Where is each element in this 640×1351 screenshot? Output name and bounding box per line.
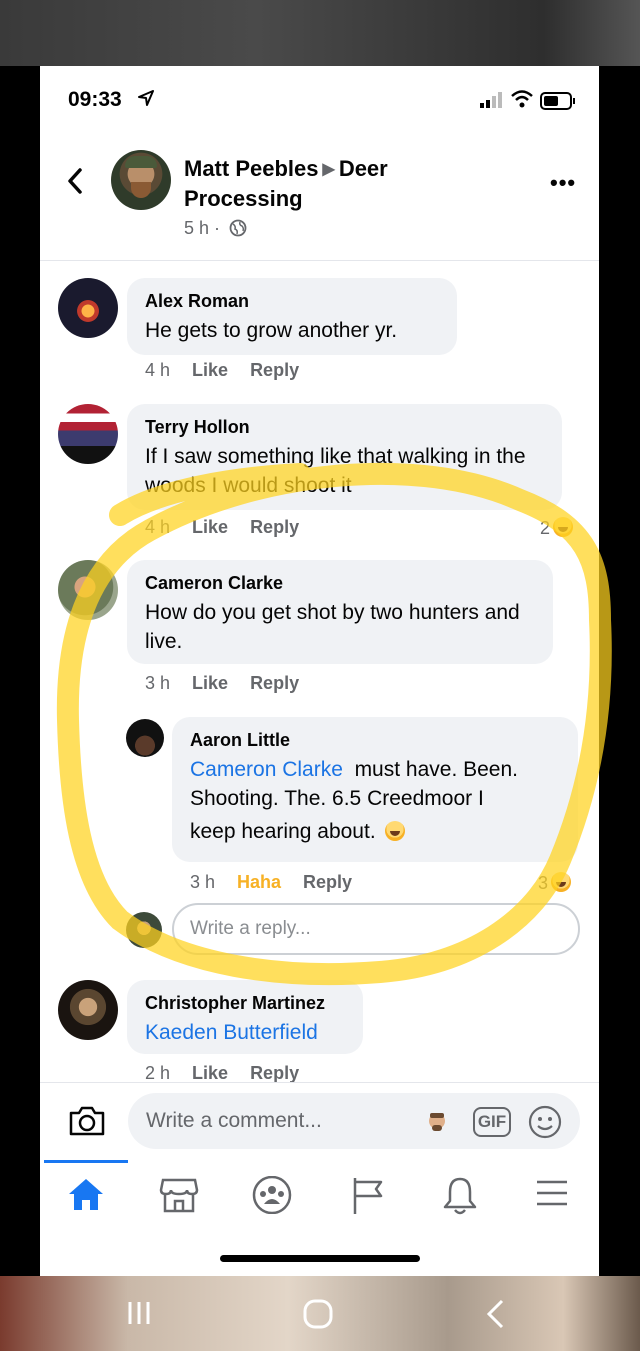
triangle-arrow-icon: ▶: [322, 161, 335, 178]
post-meta: 5 h ·: [184, 218, 247, 239]
avatar[interactable]: [58, 278, 118, 338]
status-time: 09:33: [68, 88, 122, 111]
comment-author[interactable]: Christopher Martinez: [145, 992, 345, 1014]
like-button[interactable]: Like: [192, 360, 228, 380]
post-header: Matt Peebles ▶ Deer Processing 5 h · •••: [40, 136, 599, 261]
rofl-emoji-icon: [384, 821, 405, 841]
home-indicator[interactable]: [220, 1255, 420, 1262]
comment-author[interactable]: Terry Hollon: [145, 416, 544, 438]
reply-button[interactable]: Reply: [250, 673, 299, 693]
avatar-sticker-icon[interactable]: [428, 1111, 446, 1133]
reply-text-line1: must have. Been.: [354, 758, 518, 781]
comment-time: 4 h: [145, 360, 171, 380]
reply-button[interactable]: Reply: [303, 872, 352, 892]
back-button-icon[interactable]: [484, 1298, 508, 1330]
comment-bubble: Christopher Martinez Kaeden Butterfield: [127, 980, 363, 1054]
reaction-number: 2: [540, 518, 551, 538]
author-avatar[interactable]: [111, 150, 171, 210]
tab-bar: [40, 1154, 599, 1229]
comment-placeholder: Write a comment...: [146, 1109, 322, 1132]
notifications-bell-icon[interactable]: [442, 1176, 478, 1216]
battery-icon: [540, 92, 575, 110]
avatar[interactable]: [58, 404, 118, 464]
android-nav-bar: [0, 1276, 640, 1351]
signal-icon: [480, 92, 502, 108]
more-options-icon[interactable]: •••: [550, 170, 576, 196]
marketplace-icon[interactable]: [159, 1176, 199, 1214]
reply-button[interactable]: Reply: [250, 1063, 299, 1083]
comment-actions: 4 h Like Reply: [145, 517, 321, 538]
comment-text: If I saw something like that walking in …: [145, 445, 526, 497]
like-button[interactable]: Like: [192, 517, 228, 537]
wifi-icon: [511, 90, 533, 108]
comment-text: He gets to grow another yr.: [145, 319, 398, 342]
reply-input[interactable]: Write a reply...: [172, 903, 580, 955]
mention-link[interactable]: Cameron Clarke: [190, 758, 343, 781]
comment-input[interactable]: Write a comment... GIF: [128, 1093, 580, 1149]
camera-icon[interactable]: [68, 1105, 106, 1137]
laugh-reaction-icon: [553, 517, 574, 537]
reply-text-line3: keep hearing about.: [190, 820, 376, 843]
recent-apps-icon[interactable]: [124, 1298, 154, 1328]
location-arrow-icon: [138, 90, 154, 106]
reply-button[interactable]: Reply: [250, 517, 299, 537]
post-author-name[interactable]: Matt Peebles: [184, 156, 319, 181]
mention-link[interactable]: Kaeden Butterfield: [145, 1018, 345, 1047]
reply-button[interactable]: Reply: [250, 360, 299, 380]
comment-actions: 4 h Like Reply: [145, 360, 321, 381]
emoji-icon[interactable]: [528, 1105, 562, 1139]
avatar[interactable]: [58, 560, 118, 620]
comment-time: 2 h: [145, 1063, 171, 1083]
like-button[interactable]: Like: [192, 673, 228, 693]
comment-text: How do you get shot by two hunters and l…: [145, 601, 520, 653]
my-avatar: [126, 912, 162, 948]
post-title: Matt Peebles ▶ Deer Processing: [184, 154, 484, 213]
reply-text: Cameron Clarke must have. Been. Shooting…: [190, 755, 560, 851]
globe-icon: [229, 219, 247, 237]
home-button-icon[interactable]: [302, 1298, 334, 1330]
reply-bubble: Aaron Little Cameron Clarke must have. B…: [172, 717, 578, 862]
home-icon[interactable]: [66, 1176, 106, 1212]
comment-author[interactable]: Cameron Clarke: [145, 572, 535, 594]
haha-reaction-button[interactable]: Haha: [237, 872, 281, 892]
reply-text-line2: Shooting. The. 6.5 Creedmoor I: [190, 787, 484, 810]
comment-bubble: Terry Hollon If I saw something like tha…: [127, 404, 562, 510]
status-bar: 09:33: [40, 66, 599, 136]
comment-time: 4 h: [145, 517, 171, 537]
comment-author[interactable]: Alex Roman: [145, 290, 439, 312]
post-time: 5 h: [184, 218, 210, 238]
phone-screen: 09:33 Matt Peebles ▶ Deer Processing 5 h ·…: [40, 66, 599, 1276]
active-tab-indicator: [44, 1160, 128, 1163]
reaction-number: 3: [538, 873, 549, 893]
reply-placeholder: Write a reply...: [190, 918, 311, 939]
reaction-count[interactable]: 2: [540, 517, 574, 539]
avatar[interactable]: [126, 719, 164, 757]
menu-icon[interactable]: [534, 1176, 570, 1210]
reply-author[interactable]: Aaron Little: [190, 729, 560, 751]
reaction-count[interactable]: 3: [538, 872, 572, 894]
like-button[interactable]: Like: [192, 1063, 228, 1083]
reply-actions: 3 h Haha Reply: [190, 872, 374, 893]
pages-flag-icon[interactable]: [351, 1176, 385, 1216]
comment-composer: Write a comment... GIF: [40, 1082, 599, 1154]
background-top-strip: [0, 0, 640, 66]
comment-actions: 2 h Like Reply: [145, 1063, 321, 1084]
comment-actions: 3 h Like Reply: [145, 673, 321, 694]
comment-time: 3 h: [145, 673, 171, 693]
reply-time: 3 h: [190, 872, 216, 892]
laugh-reaction-icon: [551, 872, 572, 892]
gif-button[interactable]: GIF: [473, 1107, 511, 1137]
back-chevron-icon[interactable]: [64, 166, 86, 196]
meta-separator: ·: [214, 218, 221, 238]
comment-bubble: Cameron Clarke How do you get shot by tw…: [127, 560, 553, 664]
avatar[interactable]: [58, 980, 118, 1040]
groups-icon[interactable]: [251, 1176, 293, 1214]
comment-bubble: Alex Roman He gets to grow another yr.: [127, 278, 457, 355]
